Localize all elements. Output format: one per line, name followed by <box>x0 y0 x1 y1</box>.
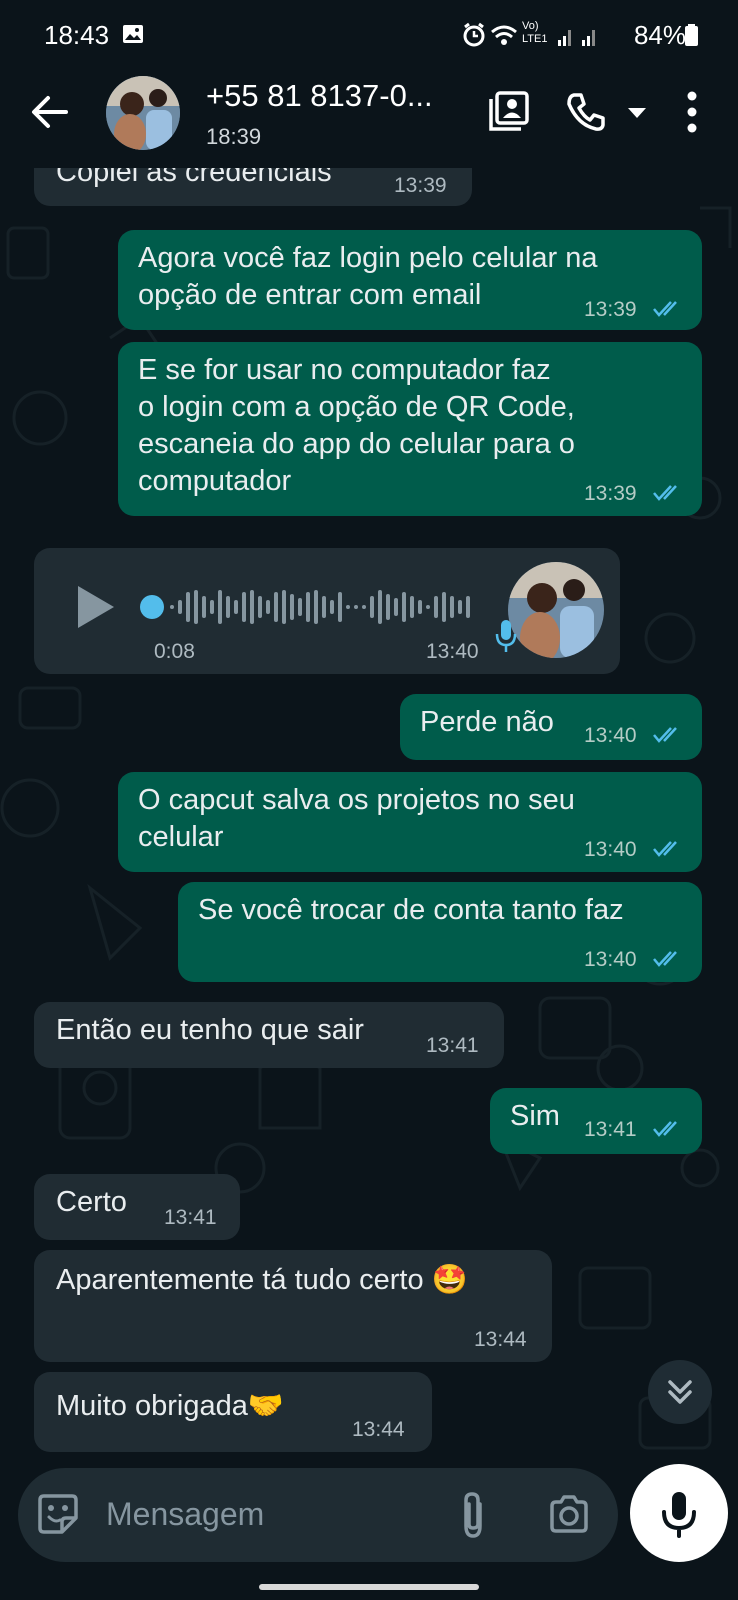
camera-icon[interactable] <box>548 1494 590 1534</box>
message-incoming[interactable]: Muito obrigada🤝 13:44 <box>34 1372 432 1452</box>
message-text-line: O capcut salva os projetos no seu <box>138 784 575 816</box>
gallery-notification-icon <box>123 25 143 43</box>
message-incoming[interactable]: Copiei as credenciais 13:39 <box>34 168 472 206</box>
message-text-line: opção de entrar com email <box>138 279 482 311</box>
read-tick-icon <box>653 485 677 501</box>
contact-name[interactable]: +55 81 8137-0... <box>206 78 433 114</box>
message-outgoing[interactable]: Se você trocar de conta tanto faz 13:40 <box>178 882 702 982</box>
signal-icon-1 <box>558 30 571 46</box>
message-text: Certo <box>56 1186 127 1218</box>
message-outgoing[interactable]: Sim 13:41 <box>490 1088 702 1154</box>
mic-icon <box>495 620 517 652</box>
message-text-line: E se for usar no computador faz <box>138 354 551 386</box>
message-incoming[interactable]: Então eu tenho que sair 13:41 <box>34 1002 504 1068</box>
last-seen: 18:39 <box>206 124 262 149</box>
microphone-icon <box>662 1492 696 1538</box>
message-time: 13:41 <box>426 1034 479 1057</box>
message-text: Muito obrigada🤝 <box>56 1390 284 1422</box>
message-time: 13:40 <box>426 640 479 663</box>
double-chevron-down-icon <box>668 1380 692 1404</box>
message-outgoing[interactable]: Agora você faz login pelo celular na opç… <box>118 230 702 330</box>
read-tick-icon <box>653 841 677 857</box>
more-icon[interactable] <box>684 90 700 134</box>
signal-icon-2 <box>582 30 595 46</box>
chat-header: +55 81 8137-0... 18:39 <box>0 72 738 168</box>
message-input-container[interactable]: Mensagem <box>18 1468 618 1562</box>
message-outgoing[interactable]: O capcut salva os projetos no seu celula… <box>118 772 702 872</box>
message-time: 13:41 <box>584 1118 637 1141</box>
back-arrow-icon[interactable] <box>30 92 70 132</box>
message-time: 13:41 <box>164 1206 217 1229</box>
attach-icon[interactable] <box>458 1490 488 1540</box>
message-input[interactable]: Mensagem <box>106 1496 264 1533</box>
voice-duration: 0:08 <box>154 640 195 663</box>
alarm-icon <box>463 22 485 47</box>
dropdown-icon[interactable] <box>626 106 648 120</box>
status-time: 18:43 <box>44 20 110 50</box>
sticker-icon[interactable] <box>36 1492 80 1536</box>
message-text-line: celular <box>138 821 224 853</box>
avatar-photo <box>106 76 180 150</box>
message-text: Perde não <box>420 706 554 738</box>
message-time: 13:44 <box>474 1328 527 1351</box>
message-text: Aparentemente tá tudo certo 🤩 <box>56 1264 468 1296</box>
gesture-navigation-bar[interactable] <box>259 1584 479 1590</box>
battery-percent: 84% <box>633 20 686 50</box>
message-text: Sim <box>510 1100 560 1132</box>
read-tick-icon <box>653 301 677 317</box>
message-text-line: computador <box>138 465 292 497</box>
battery-icon <box>685 24 698 46</box>
message-time: 13:40 <box>584 724 637 747</box>
message-time: 13:44 <box>352 1418 405 1441</box>
read-tick-icon <box>653 951 677 967</box>
message-outgoing[interactable]: E se for usar no computador faz o login … <box>118 342 702 516</box>
voice-sender-avatar <box>508 562 604 658</box>
message-incoming[interactable]: Certo 13:41 <box>34 1174 240 1240</box>
message-time: 13:40 <box>584 838 637 861</box>
message-text-line: o login com a opção de QR Code, <box>138 391 575 423</box>
composer: Mensagem <box>0 1464 738 1600</box>
play-icon[interactable] <box>76 584 116 630</box>
message-time: 13:39 <box>584 298 637 321</box>
message-text: Copiei as credenciais <box>56 168 332 188</box>
message-time: 13:39 <box>584 482 637 505</box>
voice-record-button[interactable] <box>630 1464 728 1562</box>
message-time: 13:39 <box>394 174 447 197</box>
message-text: Então eu tenho que sair <box>56 1014 364 1046</box>
message-outgoing[interactable]: Perde não 13:40 <box>400 694 702 760</box>
message-text-line: escaneia do app do celular para o <box>138 428 575 460</box>
contact-card-icon[interactable] <box>488 90 530 132</box>
phone-icon[interactable] <box>566 92 606 132</box>
voice-waveform[interactable] <box>136 582 476 632</box>
avatar[interactable] <box>106 76 180 150</box>
message-text: Se você trocar de conta tanto faz <box>198 894 624 926</box>
network-label: Vo) LTE1 <box>522 20 548 45</box>
scroll-to-bottom-button[interactable] <box>648 1360 712 1424</box>
message-text-line: Agora você faz login pelo celular na <box>138 242 598 274</box>
wifi-icon <box>491 25 517 45</box>
chat-area[interactable]: Copiei as credenciais 13:39 Agora você f… <box>0 168 738 1464</box>
message-time: 13:40 <box>584 948 637 971</box>
status-bar: 18:43 Vo) LTE1 84% <box>0 0 738 72</box>
message-incoming[interactable]: Aparentemente tá tudo certo 🤩 13:44 <box>34 1250 552 1362</box>
read-tick-icon <box>653 727 677 743</box>
read-tick-icon <box>653 1121 677 1137</box>
voice-message[interactable]: 0:08 13:40 <box>34 548 620 674</box>
